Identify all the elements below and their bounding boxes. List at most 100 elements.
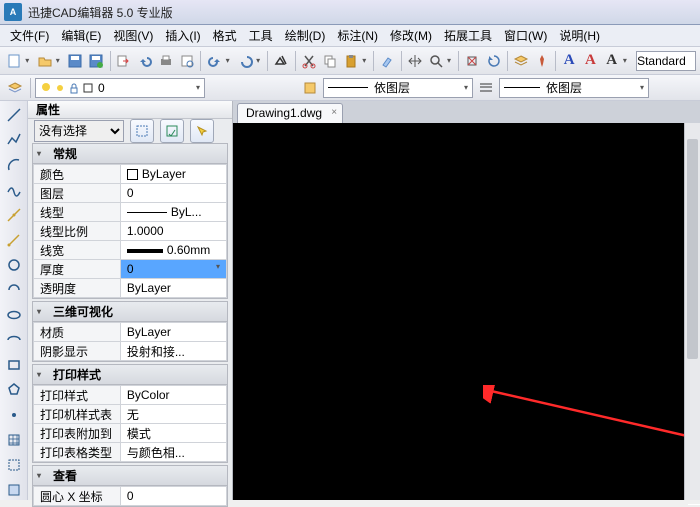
menu-ext[interactable]: 拓展工具 [438, 25, 498, 46]
spline-tool[interactable] [3, 180, 25, 201]
prop-ltscale-value[interactable]: 1.0000 [120, 222, 226, 241]
ellipse-tool[interactable] [3, 305, 25, 326]
cat-view-header[interactable]: ▾查看 [33, 466, 227, 486]
open-dropdown-icon[interactable]: ▾ [56, 56, 64, 65]
redo-dropdown-icon[interactable]: ▾ [226, 56, 234, 65]
line-tool[interactable] [3, 105, 25, 126]
polygon-tool[interactable] [3, 379, 25, 400]
undo-button[interactable] [135, 50, 155, 72]
prop-shadow-value[interactable]: 投射和接... [120, 342, 226, 361]
lw-toggle2[interactable] [475, 77, 497, 99]
redo2-dropdown-icon[interactable]: ▾ [256, 56, 264, 65]
prop-ltscale-label: 线型比例 [34, 222, 121, 241]
layermgr-button[interactable] [4, 77, 26, 99]
hatch-tool[interactable] [3, 429, 25, 450]
region-tool[interactable] [3, 479, 25, 500]
zoom-dropdown-icon[interactable]: ▾ [447, 56, 455, 65]
new-button[interactable] [4, 50, 24, 72]
saveas-button[interactable] [86, 50, 106, 72]
cut-button[interactable] [298, 50, 318, 72]
print-button[interactable] [156, 50, 176, 72]
layer-swatch-icon [82, 82, 94, 94]
pan-button[interactable] [405, 50, 425, 72]
rect-tool[interactable] [3, 354, 25, 375]
prop-pattach-value[interactable]: 模式 [120, 424, 226, 443]
style-combo[interactable] [636, 51, 696, 71]
xline-tool[interactable] [3, 205, 25, 226]
main-toolbar: ▾ ▾ ▾ ▾ ▾ ▾ A A A ▾ [0, 47, 700, 75]
selection-filter-combo[interactable]: 没有选择 [34, 120, 124, 142]
arc-tool[interactable] [3, 155, 25, 176]
layers-button[interactable] [511, 50, 531, 72]
open-button[interactable] [34, 50, 54, 72]
menu-insert[interactable]: 插入(I) [159, 25, 206, 46]
cat-general-header[interactable]: ▾常规 [33, 144, 227, 164]
cat-plot-header[interactable]: ▾打印样式 [33, 365, 227, 385]
dropdown-icon[interactable]: ▾ [216, 262, 220, 271]
erase-button[interactable] [462, 50, 482, 72]
menu-window[interactable]: 窗口(W) [498, 25, 553, 46]
find-button[interactable] [271, 50, 291, 72]
prop-ltype-value[interactable]: ByL... [120, 203, 226, 222]
menu-edit[interactable]: 编辑(E) [55, 25, 107, 46]
text-button[interactable]: A [602, 50, 622, 72]
menu-draw[interactable]: 绘制(D) [279, 25, 332, 46]
prop-ptable-value[interactable]: 无 [120, 405, 226, 424]
save-button[interactable] [65, 50, 85, 72]
menu-dim[interactable]: 标注(N) [331, 25, 384, 46]
menu-modify[interactable]: 修改(M) [384, 25, 438, 46]
menu-format[interactable]: 格式 [207, 25, 243, 46]
circle-tool[interactable] [3, 255, 25, 276]
text-color-button[interactable]: A [559, 50, 579, 72]
match-button[interactable] [377, 50, 397, 72]
collapse-icon: ▾ [37, 149, 49, 158]
lineweight-combo[interactable]: 依图层 ▾ [499, 78, 649, 98]
prop-layer-value[interactable]: 0 [120, 184, 226, 203]
menu-file[interactable]: 文件(F) [4, 25, 55, 46]
cat-3d-header[interactable]: ▾三维可视化 [33, 302, 227, 322]
printpreview-button[interactable] [177, 50, 197, 72]
prop-color-value[interactable]: ByLayer [120, 165, 226, 184]
doc-tab[interactable]: Drawing1.dwg× [237, 103, 343, 123]
zoom-button[interactable] [426, 50, 446, 72]
prop-pttype-value[interactable]: 与颜色相... [120, 443, 226, 462]
polyline-tool[interactable] [3, 130, 25, 151]
prop-lweight-value[interactable]: 0.60mm [120, 241, 226, 260]
copy-button[interactable] [320, 50, 340, 72]
redo2-button[interactable] [235, 50, 255, 72]
tab-close-icon[interactable]: × [331, 107, 337, 118]
boundary-tool[interactable] [3, 454, 25, 475]
point-tool[interactable] [3, 404, 25, 425]
redo-button[interactable] [204, 50, 224, 72]
linetype-combo[interactable]: 依图层 ▾ [323, 78, 473, 98]
prop-shadow-label: 阴影显示 [34, 342, 121, 361]
ray-tool[interactable] [3, 230, 25, 251]
menu-tools[interactable]: 工具 [243, 25, 279, 46]
arc2-tool[interactable] [3, 280, 25, 301]
layer-toolbar: 0 ▾ 依图层 ▾ 依图层 ▾ [0, 75, 700, 101]
menu-help[interactable]: 说明(H) [553, 25, 606, 46]
prop-trans-value[interactable]: ByLayer [120, 279, 226, 298]
layer-state-combo[interactable]: 0 ▾ [35, 78, 205, 98]
new-dropdown-icon[interactable]: ▾ [25, 56, 33, 65]
lineweight-toggle[interactable] [299, 77, 321, 99]
paste-button[interactable] [341, 50, 361, 72]
text-dropdown-icon[interactable]: ▾ [623, 56, 631, 65]
prop-material-value[interactable]: ByLayer [120, 323, 226, 342]
menu-view[interactable]: 视图(V) [107, 25, 159, 46]
drawing-canvas[interactable] [233, 123, 700, 500]
prop-thick-value[interactable]: 0▾ [120, 260, 226, 279]
selectobjects-button[interactable] [190, 119, 214, 143]
pin-button[interactable] [532, 50, 552, 72]
convert-button[interactable] [113, 50, 133, 72]
ellipsearc-tool[interactable] [3, 329, 25, 350]
quickselect-button[interactable] [130, 119, 154, 143]
vertical-scrollbar[interactable] [684, 123, 700, 500]
scrollbar-thumb[interactable] [687, 139, 698, 359]
prop-pstyle-value[interactable]: ByColor [120, 386, 226, 405]
refresh-button[interactable] [483, 50, 503, 72]
pickadd-button[interactable] [160, 119, 184, 143]
text-red-button[interactable]: A [580, 50, 600, 72]
prop-cx-value[interactable]: 0 [120, 487, 226, 506]
paste-dropdown-icon[interactable]: ▾ [362, 56, 370, 65]
